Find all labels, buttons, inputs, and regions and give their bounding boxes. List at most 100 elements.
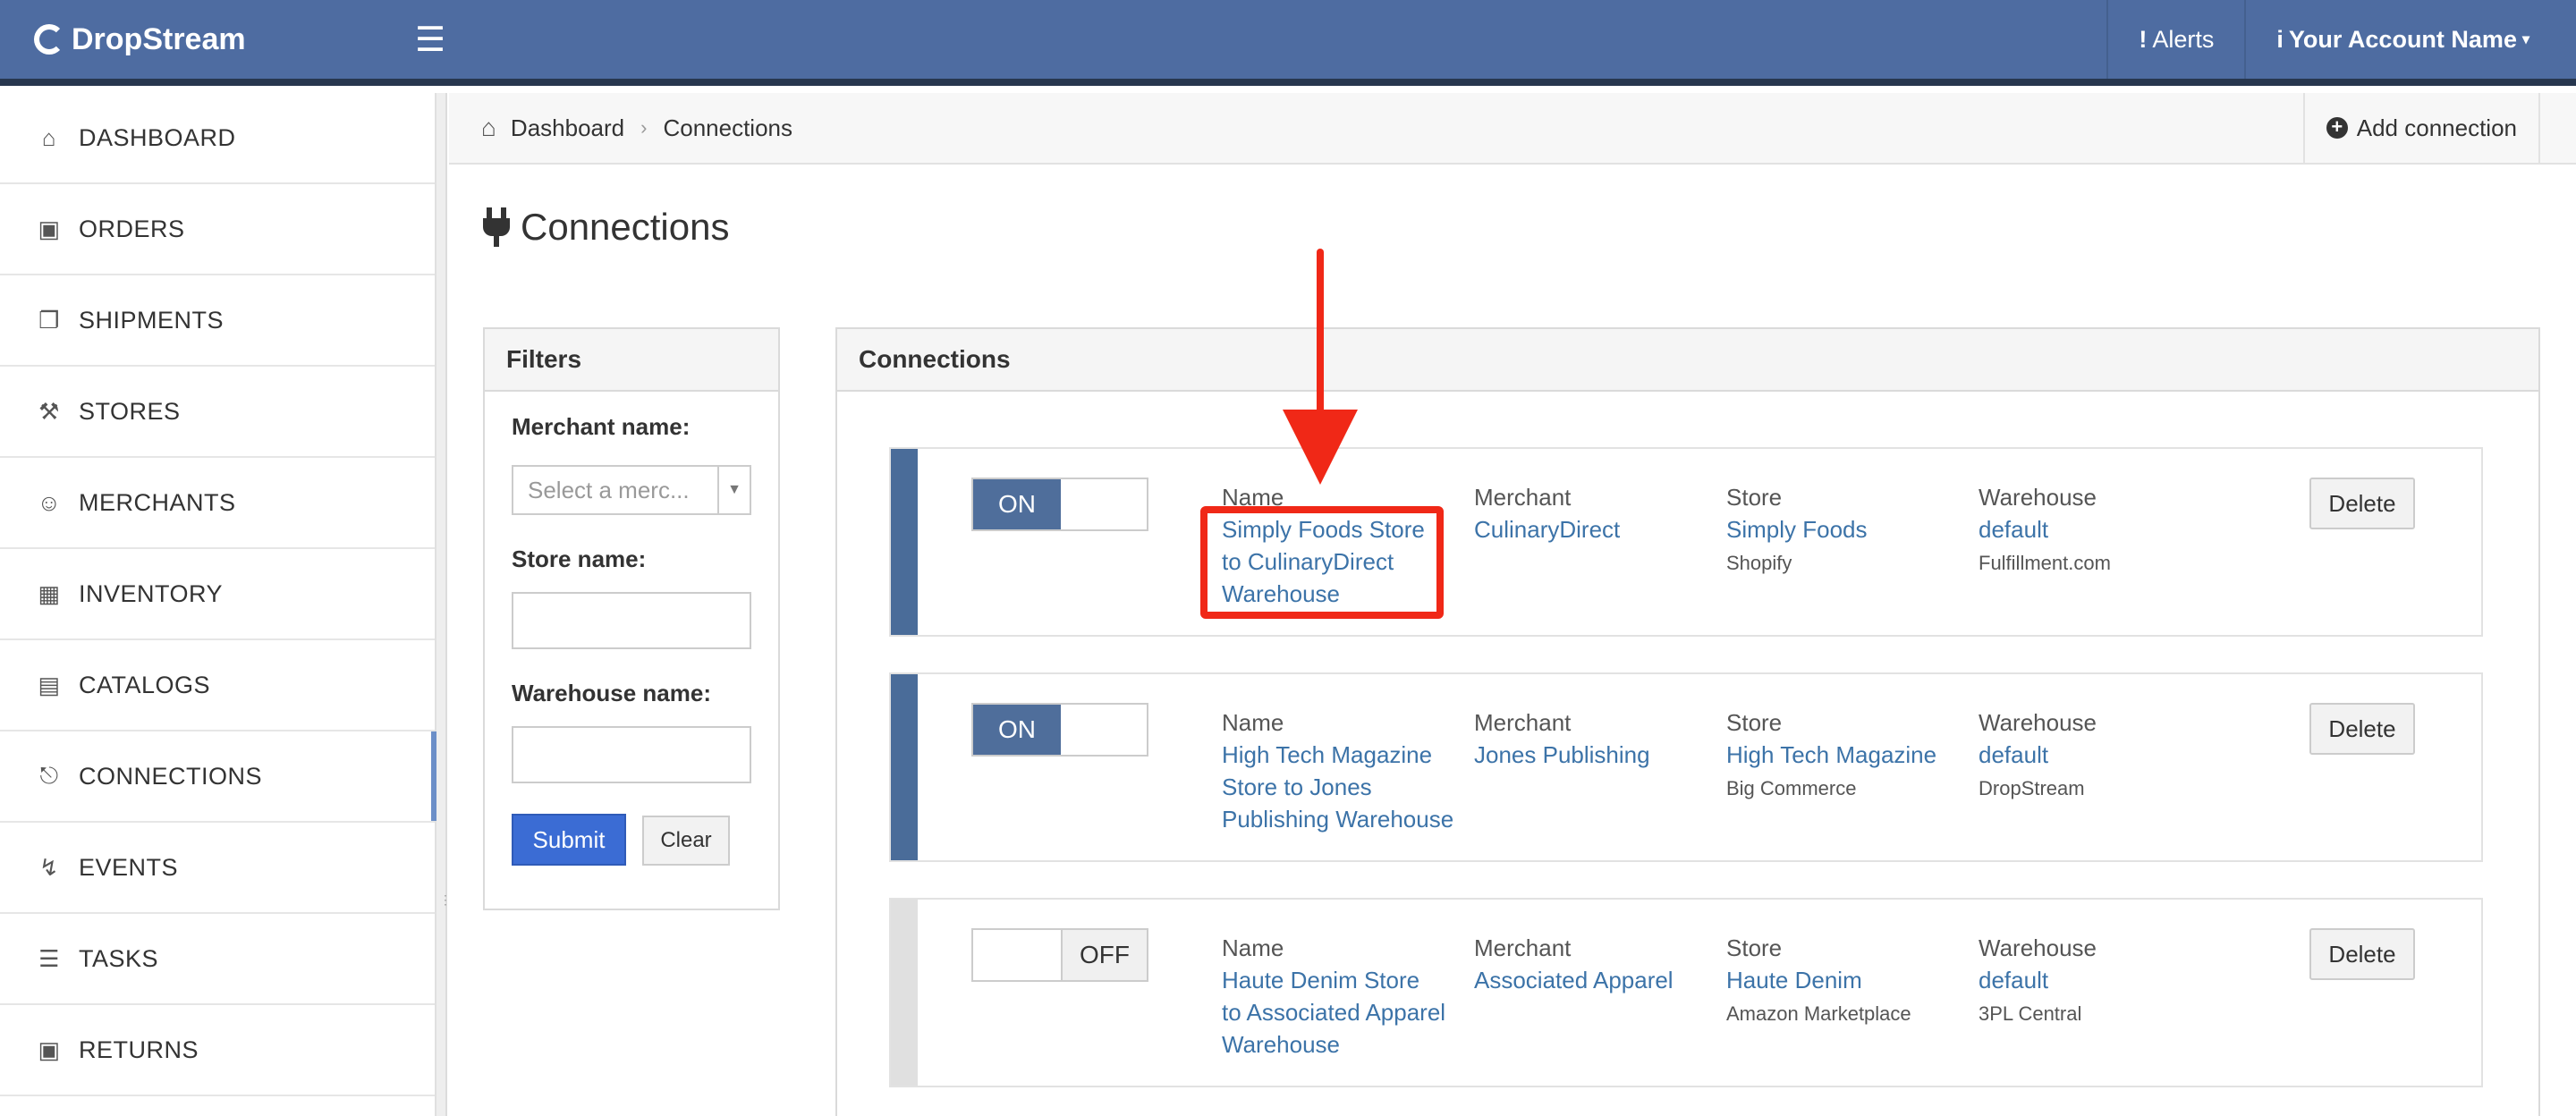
gift-box-icon: ❐ [38, 306, 60, 334]
warehouse-header: Warehouse [1979, 709, 2097, 736]
store-column: Store Simply Foods Shopify [1726, 481, 1968, 581]
store-name-input[interactable] [512, 592, 751, 649]
sidebar-item-shipments[interactable]: ❐ SHIPMENTS [0, 275, 435, 367]
connection-name-link[interactable]: High Tech Magazine Store to Jones Publis… [1222, 739, 1472, 835]
warehouse-header: Warehouse [1979, 484, 2097, 511]
connections-panel-title: Connections [837, 329, 2538, 392]
sidebar-item-events[interactable]: ↯ EVENTS [0, 823, 435, 914]
store-platform: Shopify [1726, 552, 1792, 574]
sidebar-item-merchants[interactable]: ☺ MERCHANTS [0, 458, 435, 549]
merchant-name-label: Merchant name: [512, 413, 691, 440]
sidebar-item-label: ORDERS [79, 215, 185, 242]
merchant-link[interactable]: Jones Publishing [1474, 739, 1716, 771]
caret-down-icon: ▾ [2521, 32, 2529, 47]
merchant-select-placeholder: Select a merc... [528, 476, 690, 503]
connection-name-column: Name Haute Denim Store to Associated App… [1222, 932, 1472, 1061]
store-link[interactable]: Haute Denim [1726, 964, 1968, 996]
warehouse-name-input[interactable] [512, 726, 751, 783]
sidebar-item-label: DASHBOARD [79, 123, 236, 151]
chevron-down-icon: ▼ [717, 467, 750, 513]
warehouse-header: Warehouse [1979, 934, 2097, 961]
warehouse-column: Warehouse default Fulfillment.com [1979, 481, 2211, 581]
add-connection-button[interactable]: + Add connection [2302, 93, 2540, 163]
connection-card: OFF Name Haute Denim Store to Associated… [889, 898, 2483, 1087]
annotation-arrow-head-icon [1283, 410, 1358, 485]
warehouse-link[interactable]: default [1979, 513, 2211, 545]
connection-toggle[interactable]: OFF [971, 928, 1148, 982]
name-header: Name [1222, 709, 1284, 736]
account-name: Your Account Name [2288, 25, 2517, 53]
sidebar-item-label: RETURNS [79, 1036, 199, 1063]
bag-icon: ▣ [38, 1036, 61, 1063]
chevron-right-icon: › [640, 116, 648, 139]
delete-button[interactable]: Delete [2309, 703, 2415, 755]
sidebar-item-stores[interactable]: ⚒ STORES [0, 367, 435, 458]
store-platform: Big Commerce [1726, 777, 1857, 799]
filters-title: Filters [485, 329, 778, 392]
sidebar-item-label: INVENTORY [79, 579, 224, 607]
name-line: Store to Jones [1222, 774, 1372, 800]
connection-card: ON Name Simply Foods Store to CulinaryDi… [889, 447, 2483, 637]
sidebar-item-tasks[interactable]: ☰ TASKS [0, 914, 435, 1005]
sidebar-item-label: CATALOGS [79, 671, 211, 698]
sidebar-item-label: TASKS [79, 944, 159, 972]
store-link[interactable]: Simply Foods [1726, 513, 1968, 545]
store-link[interactable]: High Tech Magazine [1726, 739, 1968, 771]
store-name-label: Store name: [512, 545, 647, 572]
submit-button[interactable]: Submit [512, 814, 626, 866]
name-header: Name [1222, 934, 1284, 961]
merchant-column: Merchant Jones Publishing [1474, 706, 1716, 771]
connection-toggle[interactable]: ON [971, 703, 1148, 757]
book-icon: ▤ [38, 671, 61, 698]
name-line: to Associated Apparel [1222, 999, 1446, 1026]
bolt-icon: ↯ [38, 853, 60, 881]
clear-button[interactable]: Clear [642, 816, 730, 866]
sidebar-item-inventory[interactable]: ▦ INVENTORY [0, 549, 435, 640]
warehouse-link[interactable]: default [1979, 964, 2211, 996]
top-navbar: DropStream ☰ ! Alerts i Your Account Nam… [0, 0, 2576, 86]
sidebar-item-orders[interactable]: ▣ ORDERS [0, 184, 435, 275]
filters-panel: Filters Merchant name: Select a merc... … [483, 327, 780, 910]
sidebar-item-catalogs[interactable]: ▤ CATALOGS [0, 640, 435, 731]
connections-panel: Connections ON Name Simply Foods Store t… [835, 327, 2540, 1116]
alerts-button[interactable]: ! Alerts [2106, 0, 2244, 79]
brand-logo[interactable]: DropStream [34, 22, 374, 57]
merchant-column: Merchant Associated Apparel [1474, 932, 1716, 996]
exclamation-icon: ! [2139, 25, 2148, 53]
breadcrumb: ⌂ Dashboard › Connections [449, 114, 792, 142]
sidebar-resize-handle[interactable]: ⋮ [436, 93, 452, 1116]
delete-button[interactable]: Delete [2309, 478, 2415, 529]
connection-name-link[interactable]: Haute Denim Store to Associated Apparel … [1222, 964, 1472, 1061]
sidebar-item-label: EVENTS [79, 853, 179, 881]
name-line: Publishing Warehouse [1222, 806, 1454, 833]
connection-toggle[interactable]: ON [971, 478, 1148, 531]
account-menu-button[interactable]: i Your Account Name ▾ [2244, 0, 2576, 79]
warehouse-icon: ▦ [38, 579, 61, 607]
sidebar-item-label: CONNECTIONS [79, 762, 263, 790]
page-title: Connections [483, 206, 729, 249]
sidebar-item-returns[interactable]: ▣ RETURNS [0, 1005, 435, 1096]
store-column: Store High Tech Magazine Big Commerce [1726, 706, 1968, 807]
merchant-link[interactable]: CulinaryDirect [1474, 513, 1716, 545]
breadcrumb-dashboard-link[interactable]: Dashboard [511, 114, 624, 142]
delete-button[interactable]: Delete [2309, 928, 2415, 980]
page-title-text: Connections [521, 206, 730, 248]
sidebar-item-label: MERCHANTS [79, 488, 236, 516]
add-connection-label: Add connection [2356, 114, 2517, 141]
sidebar-item-dashboard[interactable]: ⌂ DASHBOARD [0, 93, 435, 184]
toggle-on-label: ON [973, 479, 1061, 529]
merchant-column: Merchant CulinaryDirect [1474, 481, 1716, 545]
info-icon: i [2276, 25, 2284, 53]
grip-dots-icon: ⋮ [439, 892, 452, 907]
warehouse-provider: Fulfillment.com [1979, 552, 2111, 574]
dropstream-logo-icon [34, 24, 64, 55]
merchant-select[interactable]: Select a merc... ▼ [512, 465, 751, 515]
users-icon: ☺ [37, 488, 62, 516]
warehouse-link[interactable]: default [1979, 739, 2211, 771]
merchant-link[interactable]: Associated Apparel [1474, 964, 1716, 996]
menu-toggle-icon[interactable]: ☰ [415, 20, 445, 60]
annotation-arrow-shaft [1317, 249, 1324, 418]
status-bar [891, 674, 918, 860]
sidebar-item-connections[interactable]: ⎋ CONNECTIONS [0, 731, 436, 823]
plug-icon [483, 207, 510, 247]
